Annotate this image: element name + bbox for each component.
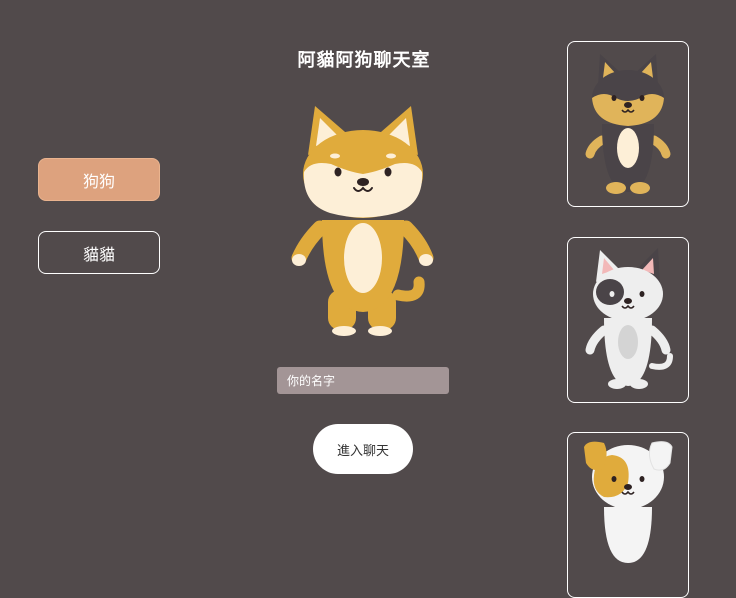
enter-chat-button[interactable]: 進入聊天 [313, 424, 413, 474]
cat-category-button[interactable]: 貓貓 [38, 231, 160, 274]
black-tan-dog-icon [585, 54, 671, 194]
avatar-card-white-puppy[interactable] [567, 432, 689, 598]
dog-category-button[interactable]: 狗狗 [38, 158, 160, 201]
name-input[interactable] [277, 367, 449, 394]
avatar-card-white-cat[interactable] [567, 237, 689, 403]
selected-character-shiba-dog [291, 106, 434, 336]
page-title: 阿貓阿狗聊天室 [297, 50, 431, 71]
white-gray-cat-icon [585, 248, 673, 389]
white-orange-puppy-icon [584, 441, 673, 563]
avatar-card-black-dog[interactable] [567, 41, 689, 207]
